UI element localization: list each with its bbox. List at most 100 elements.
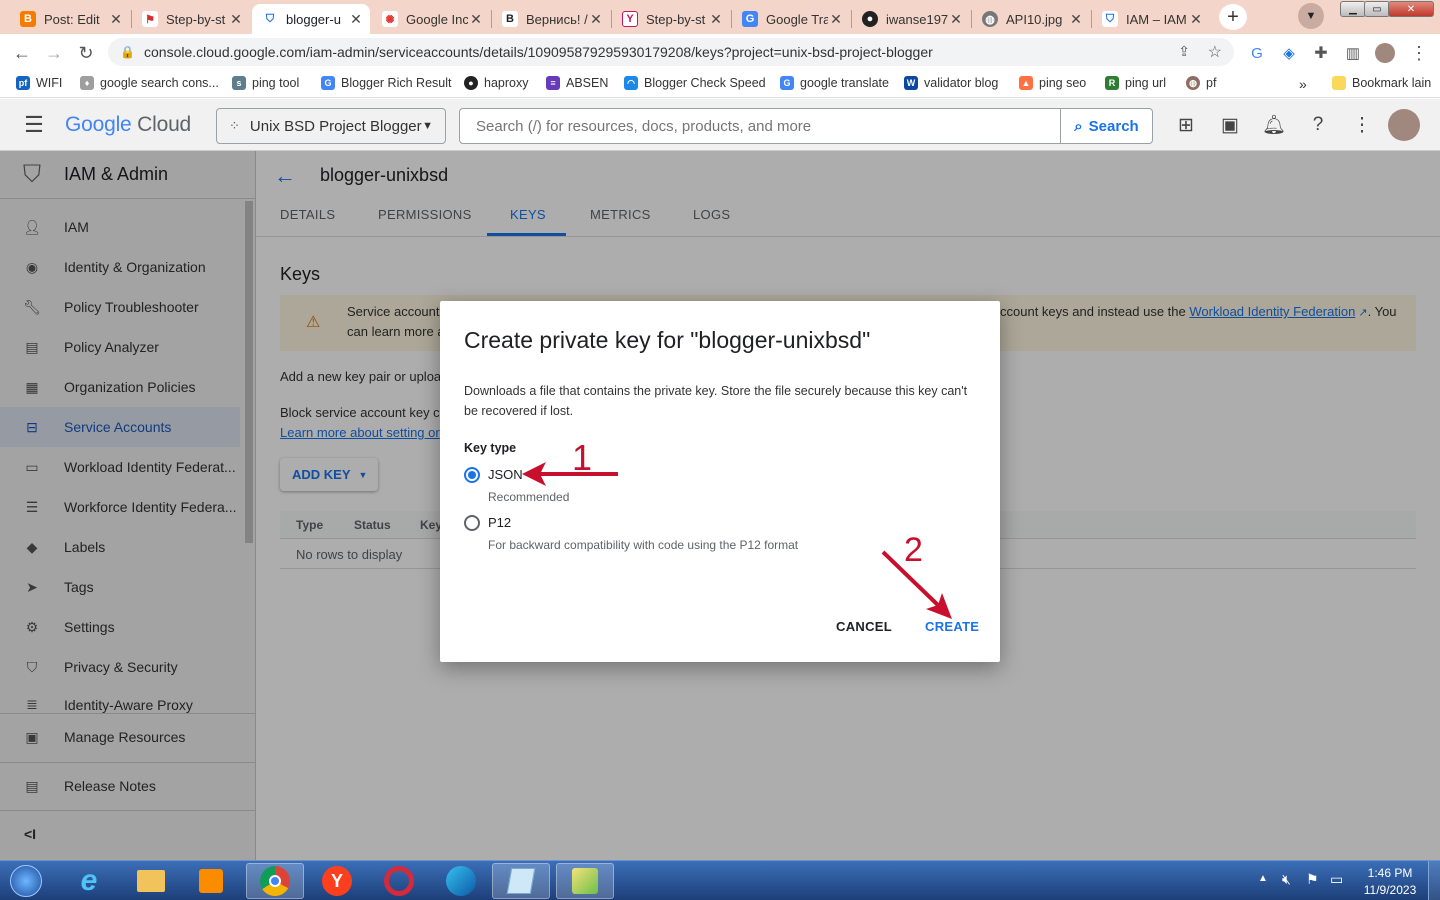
bookmark-item[interactable]: Rping url xyxy=(1105,76,1166,90)
dialog-title: Create private key for "blogger-unixbsd" xyxy=(464,327,871,353)
taskbar-media-player[interactable] xyxy=(182,863,240,899)
new-tab-button[interactable]: + xyxy=(1219,4,1247,30)
bookmark-item[interactable]: pf WIFI xyxy=(16,76,62,90)
taskbar-notepad[interactable] xyxy=(492,863,550,899)
bookmark-label: validator blog xyxy=(924,76,999,90)
close-icon[interactable]: ✕ xyxy=(1068,11,1084,28)
translate-extension-icon[interactable]: G xyxy=(1244,40,1270,66)
w3c-icon: W xyxy=(904,76,918,90)
bookmark-item[interactable]: ◠ Blogger Check Speed xyxy=(624,76,766,90)
clock-date[interactable]: 11/9/2023 xyxy=(1358,883,1422,897)
taskbar-yandex[interactable]: Y xyxy=(308,863,366,899)
bookmark-label: Blogger Rich Result xyxy=(341,76,452,90)
browser-tab-active[interactable]: ⛉ blogger-u ✕ xyxy=(252,4,370,34)
browser-tab[interactable]: ● iwanse197 ✕ xyxy=(852,4,970,34)
network-icon[interactable]: ⚑ xyxy=(1306,871,1319,888)
hamburger-menu-icon[interactable]: ☰ xyxy=(20,111,48,139)
tray-arrow-icon[interactable]: ▲ xyxy=(1258,873,1268,884)
browser-tab[interactable]: Y Step-by-st ✕ xyxy=(612,4,730,34)
forward-button[interactable]: → xyxy=(41,40,67,66)
b-letter-icon: B xyxy=(502,11,518,27)
browser-tab[interactable]: ◍ API10.jpg ✕ xyxy=(972,4,1090,34)
start-button[interactable] xyxy=(0,863,52,899)
bookmark-item[interactable]: s ping tool xyxy=(232,76,299,90)
back-button[interactable]: ← xyxy=(9,40,35,66)
project-selector[interactable]: ⁘ Unix BSD Project Blogger ▼ xyxy=(216,108,446,144)
close-icon[interactable]: ✕ xyxy=(828,11,844,28)
profile-avatar[interactable] xyxy=(1372,40,1398,66)
yandex-icon: Y xyxy=(322,866,352,896)
account-avatar[interactable] xyxy=(1388,109,1420,141)
reload-icon: ↻ xyxy=(78,42,94,63)
close-icon[interactable]: ✕ xyxy=(948,11,964,28)
bookmark-item[interactable]: ▲ ping seo xyxy=(1019,76,1086,90)
close-icon[interactable]: ✕ xyxy=(708,11,724,28)
minimize-button[interactable]: ▁ xyxy=(1340,1,1366,17)
tab-search-button[interactable]: ▼ xyxy=(1298,3,1324,29)
taskbar-edge[interactable] xyxy=(432,863,490,899)
bookmark-item[interactable]: Wvalidator blog xyxy=(904,76,998,90)
taskbar-chrome[interactable] xyxy=(246,863,304,899)
bookmark-item[interactable]: ● haproxy xyxy=(464,76,528,90)
help-icon[interactable]: ? xyxy=(1304,111,1332,139)
bookmarks-more-button[interactable]: » xyxy=(1299,76,1307,92)
p12-radio[interactable] xyxy=(464,515,480,531)
close-icon[interactable]: ✕ xyxy=(1188,11,1204,28)
taskbar-ie[interactable]: e xyxy=(60,863,118,899)
pr-icon: R xyxy=(1105,76,1119,90)
p12-label: P12 xyxy=(488,515,512,530)
address-bar[interactable]: 🔒 console.cloud.google.com/iam-admin/ser… xyxy=(108,38,1234,66)
menu-icon[interactable]: ⋮ xyxy=(1406,40,1432,66)
browser-tab[interactable]: G Google Tra ✕ xyxy=(732,4,850,34)
bookmark-item[interactable]: Ggoogle translate xyxy=(780,76,889,90)
browser-tab[interactable]: ✺ Google Inc ✕ xyxy=(372,4,490,34)
puzzle-icon[interactable]: ✚ xyxy=(1308,40,1334,66)
more-label: » xyxy=(1299,76,1307,92)
search-button[interactable]: ⌕ Search xyxy=(1060,109,1152,143)
show-desktop-button[interactable] xyxy=(1428,861,1440,900)
bookmark-item[interactable]: G Blogger Rich Result xyxy=(321,76,451,90)
reload-button[interactable]: ↻ xyxy=(73,40,99,66)
close-window-button[interactable]: ✕ xyxy=(1388,1,1434,17)
arrow-right-icon: → xyxy=(45,42,63,63)
clock-time[interactable]: 1:46 PM xyxy=(1358,866,1422,880)
google-cloud-logo[interactable]: Google Cloud xyxy=(65,113,191,137)
close-icon[interactable]: ✕ xyxy=(588,11,604,28)
close-icon[interactable]: ✕ xyxy=(108,11,124,28)
search-input[interactable] xyxy=(460,109,1060,143)
side-panel-icon[interactable]: ▥ xyxy=(1340,40,1366,66)
taskbar-paint[interactable] xyxy=(556,863,614,899)
extension-icon[interactable]: ◈ xyxy=(1276,40,1302,66)
volume-muted-icon[interactable]: 🔇︎ xyxy=(1282,871,1291,888)
file-explorer-icon xyxy=(137,870,165,892)
close-icon[interactable]: ✕ xyxy=(228,11,244,28)
action-center-icon[interactable]: ▭ xyxy=(1330,871,1343,888)
taskbar-file-explorer[interactable] xyxy=(122,863,180,899)
opera-icon xyxy=(384,866,414,896)
browser-tab[interactable]: B Вернись! / ✕ xyxy=(492,4,610,34)
sst-icon: s xyxy=(232,76,246,90)
close-icon[interactable]: ✕ xyxy=(468,11,484,28)
close-icon[interactable]: ✕ xyxy=(348,11,364,28)
cloud-shell-icon[interactable]: ▣ xyxy=(1216,111,1244,139)
share-icon[interactable]: ⇪ xyxy=(1178,43,1190,60)
key-type-p12-option[interactable]: P12 For backward compatibility with code… xyxy=(462,513,842,553)
star-icon[interactable]: ☆ xyxy=(1208,42,1222,62)
bookmark-item[interactable]: ♦ google search cons... xyxy=(80,76,219,90)
notifications-bell-icon[interactable]: 🔔︎ xyxy=(1260,111,1288,139)
other-bookmarks-folder[interactable]: Bookmark lain xyxy=(1332,76,1431,90)
browser-tab[interactable]: B Post: Edit ✕ xyxy=(10,4,130,34)
speed-icon: ◠ xyxy=(624,76,638,90)
browser-tab[interactable]: ⛉ IAM – IAM ✕ xyxy=(1092,4,1210,34)
close-icon: ✕ xyxy=(1406,3,1416,15)
bookmark-item[interactable]: ◍ pf xyxy=(1186,76,1216,90)
json-radio[interactable] xyxy=(464,467,480,483)
gift-icon[interactable]: ⊞ xyxy=(1172,111,1200,139)
bookmark-item[interactable]: ≡ ABSEN xyxy=(546,76,608,90)
maximize-button[interactable]: ▭ xyxy=(1364,1,1390,17)
shield-icon: ⛉ xyxy=(262,11,278,27)
more-vert-icon[interactable]: ⋮ xyxy=(1348,111,1376,139)
taskbar-opera[interactable] xyxy=(370,863,428,899)
browser-tab[interactable]: ⚑ Step-by-st ✕ xyxy=(132,4,250,34)
search-bar[interactable]: ⌕ Search xyxy=(459,108,1153,144)
